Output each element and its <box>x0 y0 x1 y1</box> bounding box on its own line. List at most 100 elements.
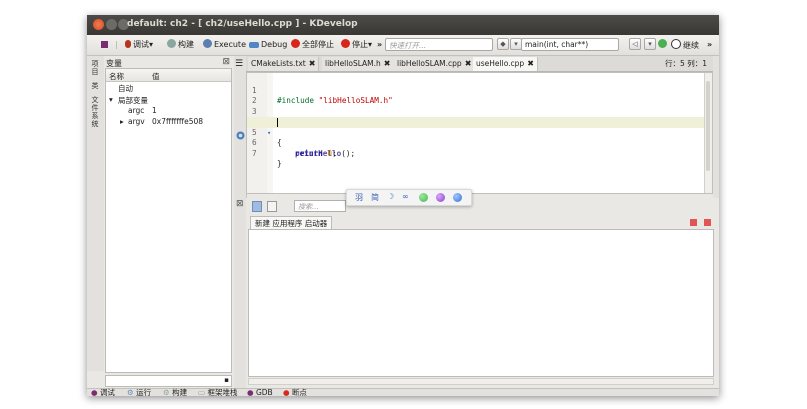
code-line: 4 ▾ { <box>247 107 712 147</box>
tool-breakpoints-tab[interactable]: ● 断点 <box>283 388 307 396</box>
expand-arrow-icon[interactable]: ▾ <box>109 95 113 104</box>
left-dock-classes-tab[interactable]: 类 <box>90 82 100 90</box>
title-bar: default: ch2 - [ ch2/useHello.cpp ] - KD… <box>87 15 719 35</box>
hint-icon[interactable] <box>658 39 669 51</box>
text-cursor <box>277 118 278 127</box>
output-horizontal-scrollbar[interactable] <box>248 378 714 385</box>
left-dock-filesystem-tab[interactable]: 文件系统 <box>90 96 100 128</box>
debug-tool-icon: ● <box>91 388 98 396</box>
frame-stack-icon: ▭ <box>198 388 206 396</box>
auto-group-row[interactable]: 自动 <box>106 83 231 93</box>
output-panel: ⊠ 搜索... 新建 应用程序 启动器 <box>236 198 719 388</box>
toolbar-overflow-left[interactable]: » <box>377 39 382 51</box>
variables-filter-input[interactable]: ▪ <box>105 375 232 387</box>
minimize-window-button[interactable] <box>106 19 117 30</box>
stop-all-button[interactable]: 全部停止 <box>291 39 334 51</box>
output-close-icon[interactable]: ⊠ <box>236 199 244 209</box>
execute-icon <box>203 39 212 48</box>
output-doc-icon[interactable] <box>252 201 262 212</box>
tool-build-tab[interactable]: ⚙ 构建 <box>163 388 187 396</box>
build-tool-icon: ⚙ <box>163 388 170 396</box>
tool-debug-tab[interactable]: ● 调试 <box>91 388 115 396</box>
filter-clear-icon[interactable]: ▪ <box>224 376 229 384</box>
tab-close-icon[interactable]: ✖ <box>309 59 316 68</box>
ime-green-ball-icon[interactable] <box>419 193 428 202</box>
code-line: 2 <box>252 96 257 105</box>
play-icon <box>671 39 681 49</box>
left-dock-strip: 项目 类 文件系统 <box>87 56 105 371</box>
tab-close-icon[interactable]: ✖ <box>527 59 534 68</box>
ime-char[interactable]: 简 <box>371 192 379 203</box>
variables-panel: 变量 ⊠ 名称 值 自动 ▾ 局部变量 argc 1 ▸ argv 0x7fff… <box>104 56 233 388</box>
ime-char[interactable]: 羽 <box>355 192 363 203</box>
quick-open-input[interactable]: 快速打开... <box>385 38 493 51</box>
stop-icon <box>341 39 350 48</box>
bug-icon <box>125 40 131 48</box>
build-button[interactable]: 构建 <box>167 39 194 51</box>
left-dock-projects-tab[interactable]: 项目 <box>90 60 100 76</box>
run-tool-icon: ⚙ <box>127 388 134 396</box>
close-output-icon[interactable] <box>704 219 711 226</box>
debug-button[interactable]: Debug <box>249 39 287 51</box>
ime-moon-icon[interactable]: ☽ <box>387 192 394 201</box>
collapsed-arrow-icon[interactable]: ▸ <box>120 117 124 126</box>
panel-close-icon[interactable]: ⊠ <box>222 57 230 67</box>
outline-back-button[interactable]: ◆ <box>497 38 509 50</box>
tool-gdb-tab[interactable]: ● GDB <box>247 388 273 396</box>
current-code-line: 5 printHello(); <box>247 117 712 158</box>
cursor-position: 行：5 列：1 <box>665 59 707 68</box>
nav-dropdown-button[interactable]: ▾ <box>644 38 656 50</box>
code-editor[interactable]: 1 #include "libHelloSLAM.h" 2 3 int main… <box>246 72 713 194</box>
tool-frame-stack-tab[interactable]: ▭ 框架堆栈 <box>198 388 237 396</box>
output-search-input[interactable]: 搜索... <box>294 200 346 212</box>
bottom-tool-strip: ● 调试 ⚙ 运行 ⚙ 构建 ▭ 框架堆栈 ● GDB ● 断点 <box>87 388 719 396</box>
code-line: 7 } <box>252 148 282 169</box>
debug-run-icon <box>249 42 259 48</box>
variables-tree[interactable]: 名称 值 自动 ▾ 局部变量 argc 1 ▸ argv 0x7fffffffe… <box>105 68 232 373</box>
ime-purple-ball-icon[interactable] <box>436 193 445 202</box>
tab-cmakelists[interactable]: CMakeLists.txt ✖ <box>248 57 320 71</box>
variable-row[interactable]: argc 1 <box>106 106 231 116</box>
main-toolbar: | 调试▾ 构建 Execute Debug 全部停止 停止▾ » 快速打开..… <box>87 35 719 56</box>
tab-libhelloslam-cpp[interactable]: libHelloSLAM.cpp ✖ <box>394 57 476 71</box>
execute-button[interactable]: Execute <box>203 39 246 51</box>
editor-vertical-scrollbar[interactable] <box>704 73 712 193</box>
continue-button[interactable]: 继续 <box>671 39 699 51</box>
code-line: 6 return 0; <box>252 138 337 158</box>
editor-tab-bar: CMakeLists.txt ✖ libHelloSLAM.h ✖ libHello… <box>246 56 719 72</box>
stop-all-icon <box>291 39 300 48</box>
value-column-header[interactable]: 值 <box>152 71 160 82</box>
stop-button[interactable]: 停止▾ <box>341 39 372 51</box>
code-line: 3 int main( int argc, char** argv ) <box>252 106 430 127</box>
variables-header: 名称 值 <box>106 69 231 82</box>
locals-group-row[interactable]: ▾ 局部变量 <box>106 95 231 105</box>
breakpoint-icon: ● <box>283 388 290 396</box>
tab-close-icon[interactable]: ✖ <box>384 59 391 68</box>
window-title: default: ch2 - [ ch2/useHello.cpp ] - KD… <box>127 19 358 29</box>
execution-point-icon <box>236 131 245 140</box>
name-column-header[interactable]: 名称 <box>109 71 124 82</box>
toolbar-overflow-right[interactable]: » <box>707 39 712 51</box>
tab-libhelloslam-h[interactable]: libHelloSLAM.h ✖ <box>322 57 395 71</box>
code-line: 1 #include "libHelloSLAM.h" <box>252 85 393 106</box>
tool-run-tab[interactable]: ⚙ 运行 <box>127 388 151 396</box>
output-tab[interactable]: 新建 应用程序 启动器 <box>250 216 333 230</box>
ime-link-icon[interactable]: ∞ <box>402 192 409 201</box>
nav-back-button[interactable]: ◁ <box>629 38 641 50</box>
input-method-bar: 羽 简 ☽ ∞ <box>346 189 472 206</box>
variable-row[interactable]: ▸ argv 0x7fffffffe508 <box>106 117 231 127</box>
output-copy-icon[interactable] <box>267 201 277 212</box>
function-outline-field[interactable]: main(int, char**) <box>521 38 619 51</box>
debug-menu-button[interactable]: 调试▾ <box>125 39 153 51</box>
build-icon <box>167 39 176 48</box>
clear-output-icon[interactable] <box>690 219 697 226</box>
tab-close-icon[interactable]: ✖ <box>465 59 472 68</box>
ime-blue-ball-icon[interactable] <box>453 193 462 202</box>
tab-usehello-cpp[interactable]: useHello.cpp ✖ <box>473 57 538 71</box>
scrollbar-thumb[interactable] <box>706 81 710 171</box>
document-list-icon[interactable]: ☰ <box>235 59 243 69</box>
output-view[interactable] <box>248 229 714 377</box>
menu-grid-icon[interactable] <box>101 39 108 51</box>
close-window-button[interactable] <box>93 19 104 30</box>
gdb-icon: ● <box>247 388 254 396</box>
